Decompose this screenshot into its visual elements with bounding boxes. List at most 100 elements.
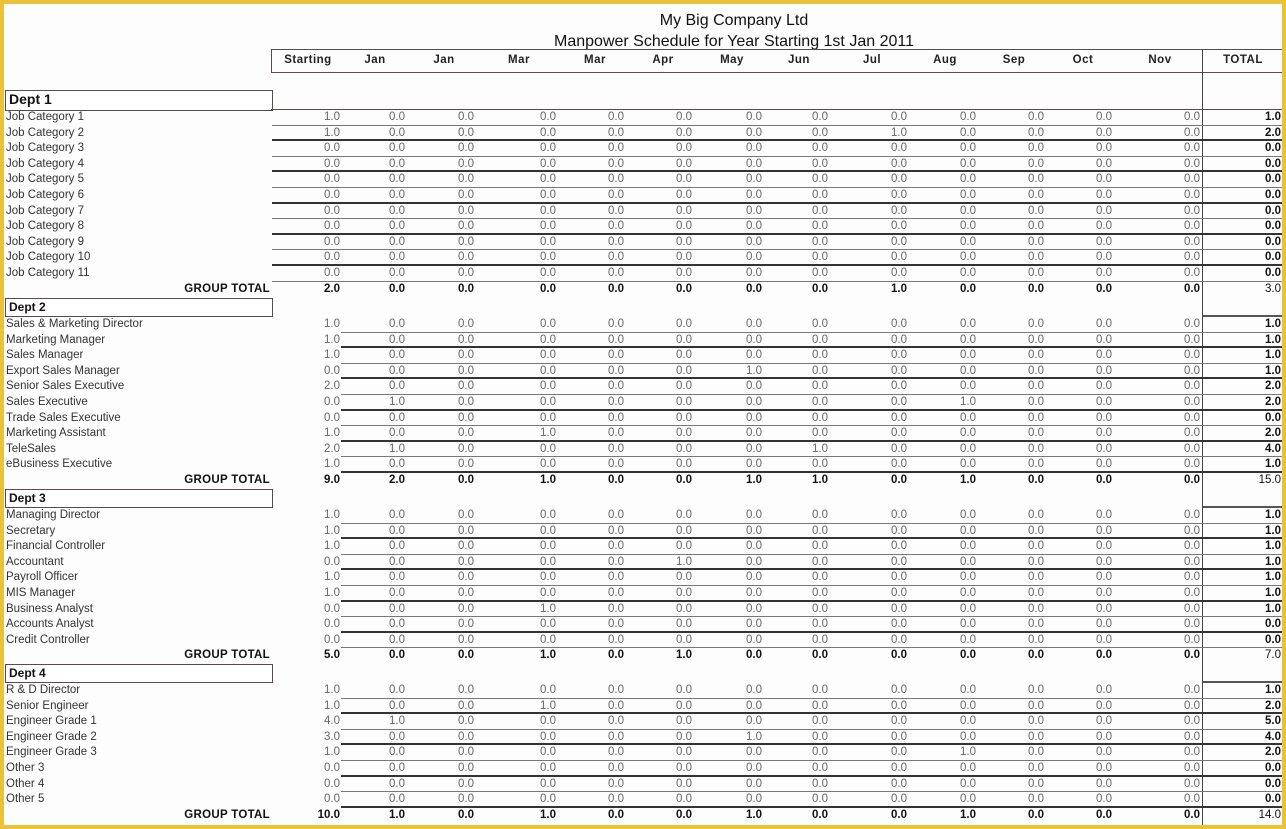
row-total-cell[interactable]: 2.0 xyxy=(1241,700,1281,712)
value-cell[interactable]: 0.0 xyxy=(516,380,556,392)
value-cell[interactable]: 0.0 xyxy=(1160,267,1200,279)
value-cell[interactable]: 0.0 xyxy=(1072,634,1112,646)
value-cell[interactable]: 0.0 xyxy=(1160,173,1200,185)
value-cell[interactable]: 0.0 xyxy=(652,443,692,455)
value-cell[interactable]: 0.0 xyxy=(936,205,976,217)
value-cell[interactable]: 0.0 xyxy=(722,173,762,185)
value-cell[interactable]: 0.0 xyxy=(652,349,692,361)
group-total-cell[interactable]: 0.0 xyxy=(434,474,474,486)
value-cell[interactable]: 0.0 xyxy=(584,525,624,537)
value-cell[interactable]: 0.0 xyxy=(722,634,762,646)
value-cell[interactable]: 0.0 xyxy=(584,111,624,123)
value-cell[interactable]: 0.0 xyxy=(722,684,762,696)
value-cell[interactable]: 0.0 xyxy=(936,715,976,727)
value-cell[interactable]: 0.0 xyxy=(584,634,624,646)
value-cell[interactable]: 0.0 xyxy=(936,509,976,521)
group-total-cell[interactable]: 0.0 xyxy=(788,283,828,295)
value-cell[interactable]: 0.0 xyxy=(652,111,692,123)
value-cell[interactable]: 0.0 xyxy=(434,793,474,805)
value-cell[interactable]: 0.0 xyxy=(788,267,828,279)
value-cell[interactable]: 0.0 xyxy=(516,715,556,727)
value-cell[interactable]: 0.0 xyxy=(584,158,624,170)
value-cell[interactable]: 0.0 xyxy=(1004,111,1044,123)
row-total-cell[interactable]: 0.0 xyxy=(1241,251,1281,263)
value-cell[interactable]: 0.0 xyxy=(1004,746,1044,758)
value-cell[interactable]: 0.0 xyxy=(1160,746,1200,758)
value-cell[interactable]: 0.0 xyxy=(652,746,692,758)
value-cell[interactable]: 0.0 xyxy=(516,318,556,330)
value-cell[interactable]: 0.0 xyxy=(1072,427,1112,439)
value-cell[interactable]: 0.0 xyxy=(516,778,556,790)
value-cell[interactable]: 0.0 xyxy=(788,509,828,521)
value-cell[interactable]: 0.0 xyxy=(936,556,976,568)
value-cell[interactable]: 0.0 xyxy=(584,365,624,377)
group-total-cell[interactable]: 0.0 xyxy=(434,809,474,821)
value-cell[interactable]: 1.0 xyxy=(300,458,340,470)
value-cell[interactable]: 0.0 xyxy=(1160,158,1200,170)
group-total-cell[interactable]: 0.0 xyxy=(867,474,907,486)
value-cell[interactable]: 0.0 xyxy=(1004,603,1044,615)
value-cell[interactable]: 0.0 xyxy=(652,189,692,201)
value-cell[interactable]: 0.0 xyxy=(1072,236,1112,248)
value-cell[interactable]: 0.0 xyxy=(516,684,556,696)
value-cell[interactable]: 0.0 xyxy=(434,396,474,408)
row-total-cell[interactable]: 1.0 xyxy=(1241,318,1281,330)
value-cell[interactable]: 0.0 xyxy=(434,762,474,774)
value-cell[interactable]: 0.0 xyxy=(867,571,907,583)
value-cell[interactable]: 0.0 xyxy=(516,396,556,408)
value-cell[interactable]: 1.0 xyxy=(300,127,340,139)
value-cell[interactable]: 1.0 xyxy=(365,715,405,727)
value-cell[interactable]: 0.0 xyxy=(1072,762,1112,774)
value-cell[interactable]: 0.0 xyxy=(434,618,474,630)
value-cell[interactable]: 0.0 xyxy=(936,158,976,170)
value-cell[interactable]: 0.0 xyxy=(1160,427,1200,439)
group-total-cell[interactable]: 0.0 xyxy=(584,649,624,661)
row-total-cell[interactable]: 0.0 xyxy=(1241,158,1281,170)
value-cell[interactable]: 0.0 xyxy=(584,349,624,361)
value-cell[interactable]: 0.0 xyxy=(1004,127,1044,139)
value-cell[interactable]: 0.0 xyxy=(1004,236,1044,248)
value-cell[interactable]: 0.0 xyxy=(365,267,405,279)
value-cell[interactable]: 0.0 xyxy=(516,746,556,758)
value-cell[interactable]: 0.0 xyxy=(434,111,474,123)
value-cell[interactable]: 0.0 xyxy=(300,251,340,263)
value-cell[interactable]: 0.0 xyxy=(365,700,405,712)
value-cell[interactable]: 0.0 xyxy=(1160,525,1200,537)
value-cell[interactable]: 0.0 xyxy=(722,412,762,424)
row-total-cell[interactable]: 1.0 xyxy=(1241,571,1281,583)
group-total-cell[interactable]: 2.0 xyxy=(365,474,405,486)
value-cell[interactable]: 0.0 xyxy=(867,251,907,263)
value-cell[interactable]: 1.0 xyxy=(300,587,340,599)
value-cell[interactable]: 0.0 xyxy=(365,458,405,470)
group-total-cell[interactable]: 0.0 xyxy=(652,474,692,486)
value-cell[interactable]: 0.0 xyxy=(434,571,474,583)
value-cell[interactable]: 0.0 xyxy=(300,396,340,408)
value-cell[interactable]: 0.0 xyxy=(516,365,556,377)
value-cell[interactable]: 0.0 xyxy=(652,540,692,552)
value-cell[interactable]: 0.0 xyxy=(722,127,762,139)
value-cell[interactable]: 0.0 xyxy=(722,111,762,123)
row-total-cell[interactable]: 0.0 xyxy=(1241,778,1281,790)
value-cell[interactable]: 0.0 xyxy=(1072,173,1112,185)
value-cell[interactable]: 0.0 xyxy=(652,365,692,377)
value-cell[interactable]: 0.0 xyxy=(1072,220,1112,232)
group-total-cell[interactable]: 1.0 xyxy=(516,809,556,821)
value-cell[interactable]: 0.0 xyxy=(365,618,405,630)
value-cell[interactable]: 0.0 xyxy=(867,634,907,646)
value-cell[interactable]: 0.0 xyxy=(1072,715,1112,727)
value-cell[interactable]: 0.0 xyxy=(516,158,556,170)
value-cell[interactable]: 0.0 xyxy=(788,525,828,537)
group-total-cell[interactable]: 0.0 xyxy=(1004,809,1044,821)
value-cell[interactable]: 0.0 xyxy=(434,173,474,185)
value-cell[interactable]: 0.0 xyxy=(722,715,762,727)
value-cell[interactable]: 0.0 xyxy=(652,571,692,583)
value-cell[interactable]: 0.0 xyxy=(1160,365,1200,377)
value-cell[interactable]: 0.0 xyxy=(365,365,405,377)
value-cell[interactable]: 1.0 xyxy=(722,731,762,743)
value-cell[interactable]: 0.0 xyxy=(1072,746,1112,758)
value-cell[interactable]: 1.0 xyxy=(300,540,340,552)
value-cell[interactable]: 0.0 xyxy=(1160,556,1200,568)
value-cell[interactable]: 0.0 xyxy=(300,634,340,646)
value-cell[interactable]: 0.0 xyxy=(516,142,556,154)
group-grand-total-cell[interactable]: 15.0 xyxy=(1241,474,1281,486)
